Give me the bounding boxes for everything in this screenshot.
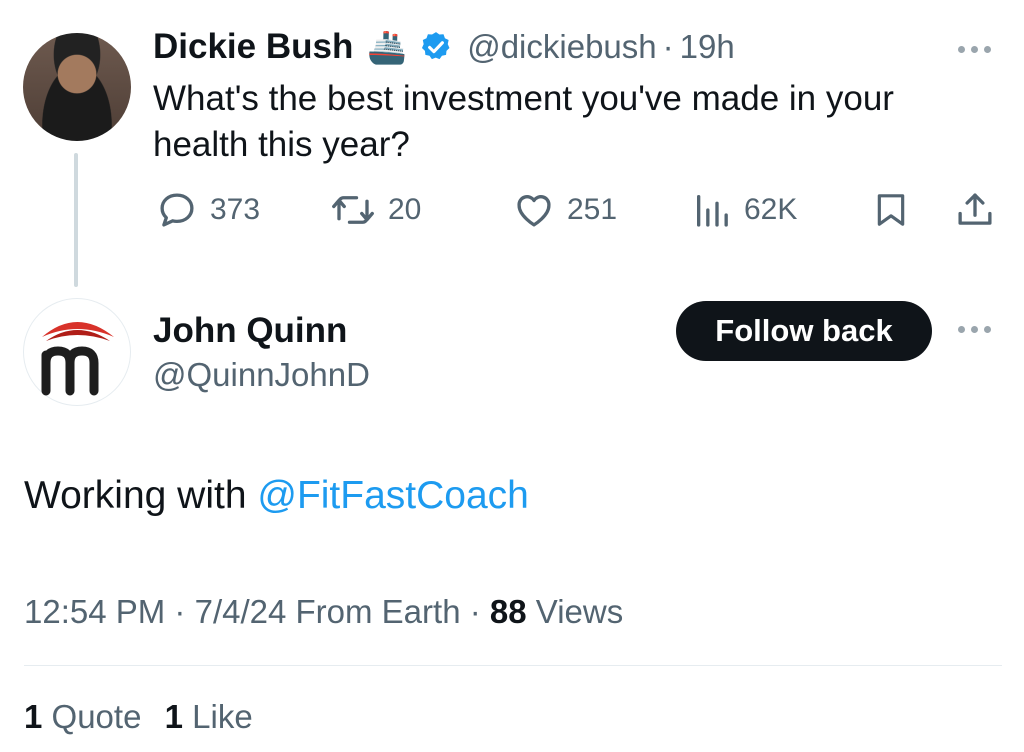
views-action[interactable]: 62K: [692, 189, 797, 231]
tweet-text-line2: health this year?: [153, 125, 410, 164]
reply-count: 373: [210, 193, 261, 226]
separator-dot: ·: [174, 593, 186, 630]
time-ago[interactable]: 19h: [680, 28, 735, 66]
engagement-stats: 1 Quote 1 Like: [24, 695, 253, 739]
post-source: From Earth: [295, 593, 461, 630]
verified-badge-icon: [419, 30, 453, 64]
quotes-stat[interactable]: 1 Quote: [24, 698, 141, 735]
like-count: 251: [567, 193, 618, 226]
reply-action[interactable]: 373: [156, 189, 260, 231]
retweet-count: 20: [388, 193, 422, 226]
post-date[interactable]: 7/4/24: [195, 593, 287, 630]
reply-author-name[interactable]: John Quinn: [153, 311, 347, 351]
like-action[interactable]: 251: [513, 189, 617, 231]
bookmark-icon[interactable]: [871, 189, 911, 236]
views-number: 88: [489, 593, 527, 630]
divider: [24, 665, 1002, 666]
avatar-dickie-bush[interactable]: [23, 33, 131, 141]
quotes-label: Quote: [51, 698, 142, 735]
reply-author-handle[interactable]: @QuinnJohnD: [153, 355, 370, 395]
m-logo-icon: [41, 322, 114, 396]
more-icon[interactable]: [958, 326, 991, 333]
separator-dot: ·: [469, 593, 481, 630]
separator-dot: ·: [662, 28, 674, 65]
likes-label: Like: [192, 698, 253, 735]
author-handle[interactable]: @dickiebush: [467, 28, 656, 66]
reply-text-prefix: Working with: [24, 474, 258, 517]
quotes-count: 1: [24, 698, 43, 735]
parent-tweet-header: Dickie Bush 🚢 @dickiebush · 19h: [153, 27, 735, 67]
follow-back-button[interactable]: Follow back: [676, 301, 932, 361]
retweet-action[interactable]: 20: [330, 189, 421, 231]
share-icon[interactable]: [954, 188, 996, 237]
likes-stat[interactable]: 1 Like: [165, 698, 253, 735]
mention-link[interactable]: @FitFastCoach: [257, 474, 529, 517]
author-name[interactable]: Dickie Bush: [153, 27, 353, 67]
parent-tweet-text: What's the best investment you've made i…: [153, 76, 894, 168]
reply-meta: 12:54 PM · 7/4/24 From Earth · 88 Views: [24, 590, 623, 634]
likes-count: 1: [164, 698, 183, 735]
views-label: Views: [535, 593, 624, 630]
like-icon: [513, 189, 555, 231]
ship-emoji: 🚢: [367, 29, 408, 65]
reply-icon: [156, 189, 198, 231]
retweet-icon: [330, 189, 376, 231]
views-count: 62K: [744, 193, 798, 226]
more-icon[interactable]: [958, 46, 991, 53]
tweet-text-line1: What's the best investment you've made i…: [153, 79, 894, 118]
views-icon: [692, 189, 732, 231]
thread-connector: [74, 153, 78, 287]
avatar-john-quinn[interactable]: [23, 298, 131, 406]
reply-text: Working with @FitFastCoach: [24, 472, 529, 520]
post-time[interactable]: 12:54 PM: [24, 593, 165, 630]
